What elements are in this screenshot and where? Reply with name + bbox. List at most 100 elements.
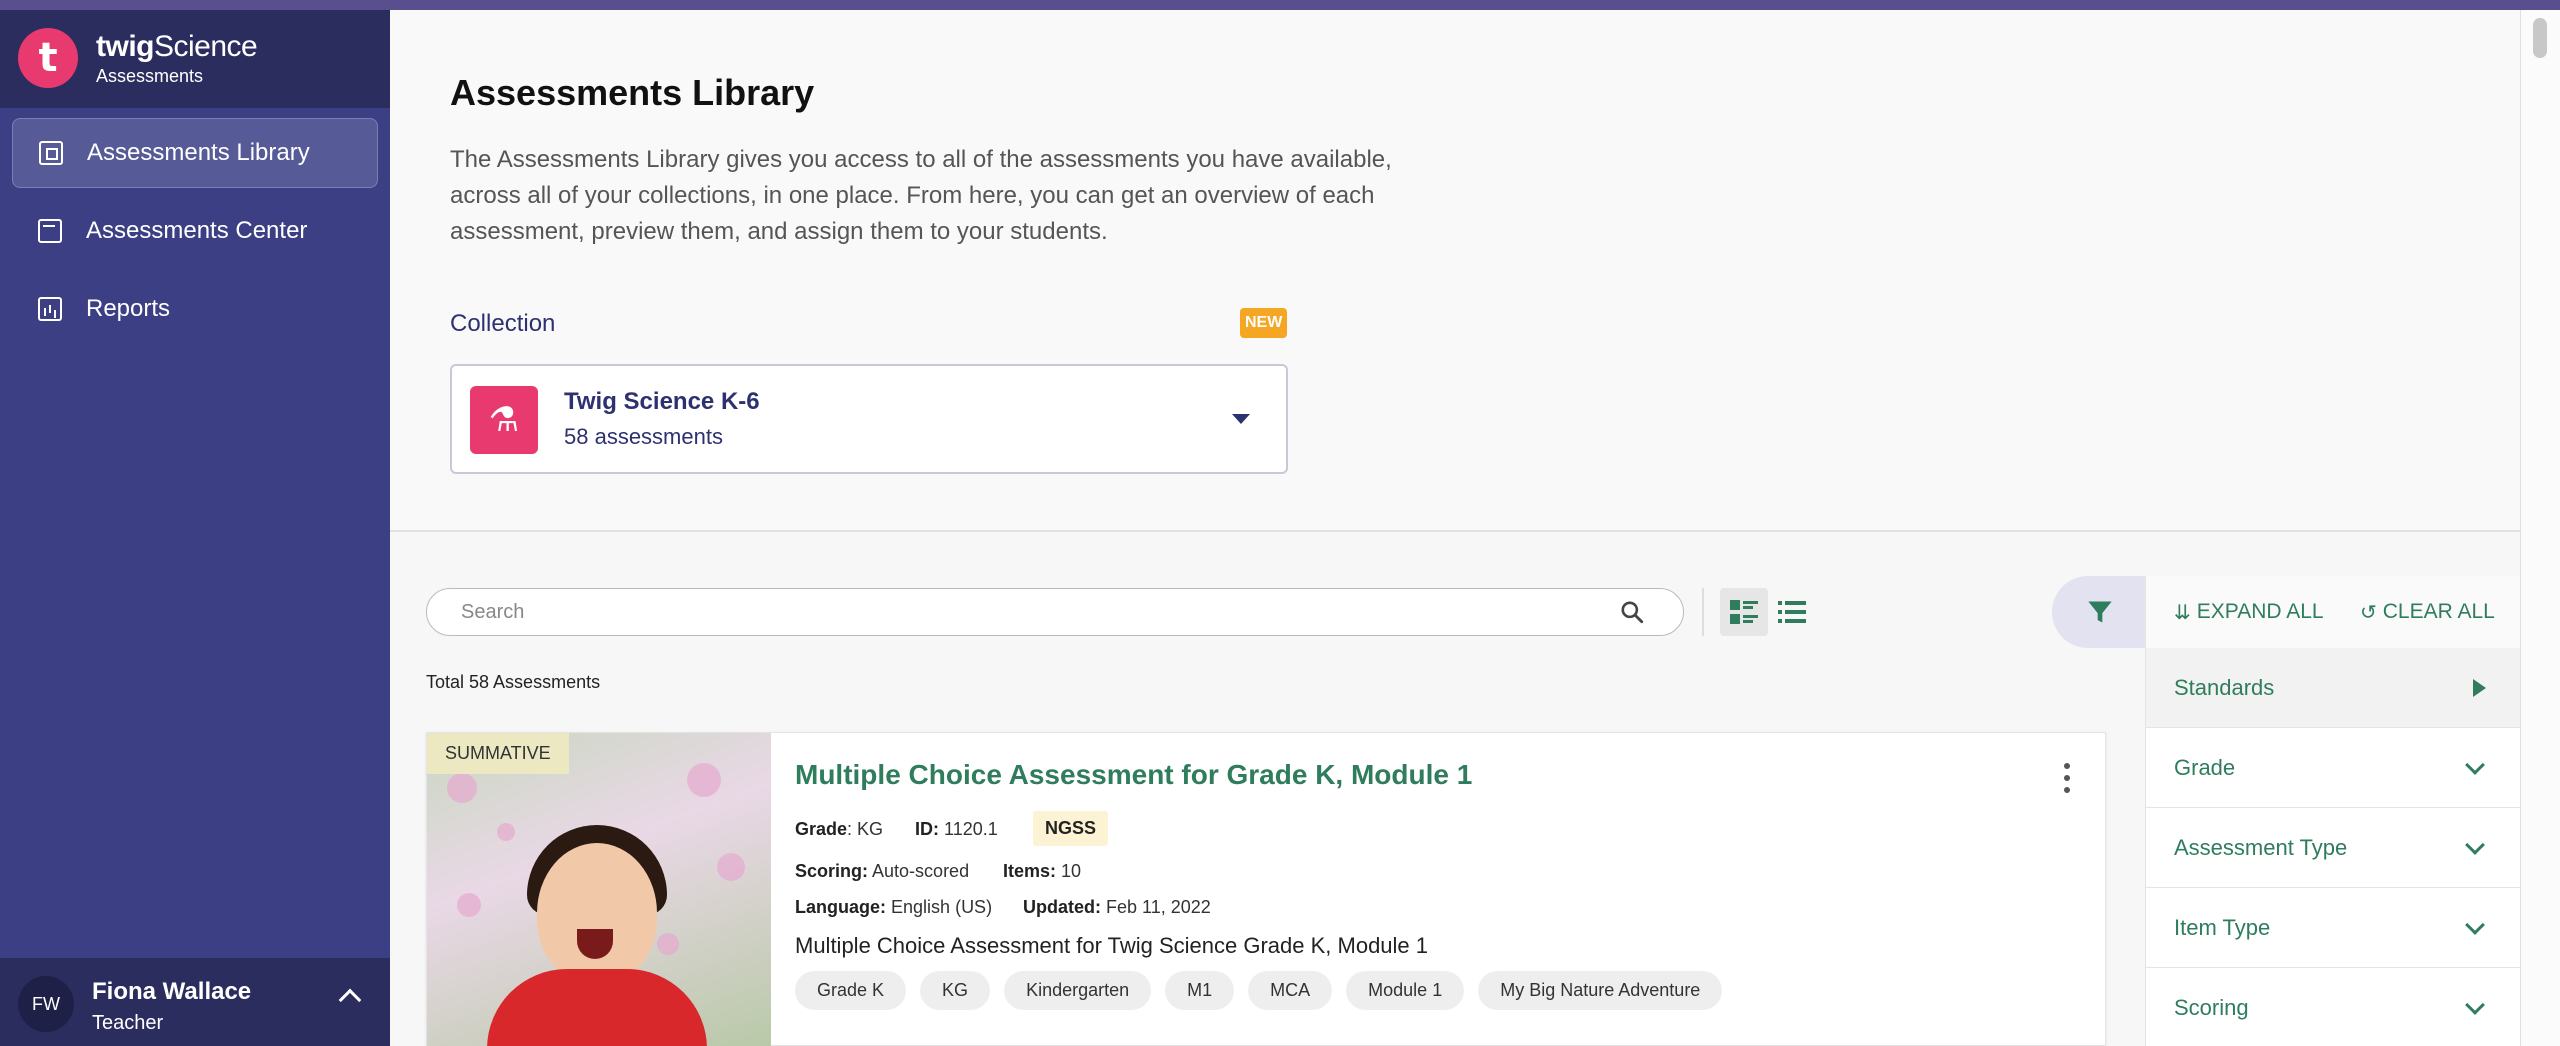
language-label: Language: xyxy=(795,897,887,917)
brand-subtitle: Assessments xyxy=(96,66,204,86)
filter-label: Standards xyxy=(2174,674,2275,700)
sidebar-item-label: Assessments Library xyxy=(87,139,310,166)
items-label: Items: xyxy=(1003,861,1057,881)
avatar: FW xyxy=(18,976,74,1032)
sidebar: t twigScience Assessments Assessments Li… xyxy=(0,10,390,1046)
tag[interactable]: M1 xyxy=(1165,971,1235,1010)
sidebar-item-assessments-library[interactable]: Assessments Library xyxy=(12,118,378,188)
play-arrow-icon xyxy=(2473,678,2486,697)
id-label: ID: xyxy=(915,819,939,839)
assessment-thumbnail: SUMMATIVE xyxy=(427,733,771,1046)
collection-count: 58 assessments xyxy=(564,424,723,449)
clear-all-label: CLEAR ALL xyxy=(2382,600,2495,623)
filter-label: Assessment Type xyxy=(2174,834,2348,860)
filter-actions: ⇊ EXPAND ALL ↺ CLEAR ALL xyxy=(2146,576,2522,648)
language-value: English (US) xyxy=(891,897,993,917)
page-title: Assessments Library xyxy=(450,72,815,113)
toolbar-divider xyxy=(1702,588,1704,636)
list-view-button[interactable] xyxy=(1768,588,1816,636)
filter-label: Grade xyxy=(2174,754,2236,780)
search-input[interactable] xyxy=(461,597,1601,627)
card-view-icon xyxy=(1730,600,1758,624)
library-header: Assessments Library The Assessments Libr… xyxy=(390,10,2520,532)
collection-dropdown[interactable]: ⚗ Twig Science K-6 58 assessments xyxy=(450,364,1288,474)
language-meta: Language: English (US) xyxy=(795,897,992,918)
updated-label: Updated: xyxy=(1023,897,1101,917)
grade-meta: Grade: KG xyxy=(795,819,884,839)
chevron-up-icon[interactable] xyxy=(338,988,362,1012)
assessment-description: Multiple Choice Assessment for Twig Scie… xyxy=(795,933,1429,958)
collection-name: Twig Science K-6 xyxy=(564,388,760,415)
calendar-icon xyxy=(38,219,62,243)
sidebar-item-reports[interactable]: Reports xyxy=(12,274,378,344)
bar-chart-icon xyxy=(38,297,62,321)
sidebar-item-assessments-center[interactable]: Assessments Center xyxy=(12,196,378,266)
chevron-down-icon xyxy=(2465,834,2485,855)
filter-label: Item Type xyxy=(2174,914,2271,940)
scoring-meta: Scoring: Auto-scored xyxy=(795,861,969,882)
id-value: 1120.1 xyxy=(944,819,998,839)
chevron-down-icon xyxy=(2465,994,2485,1015)
list-view-icon xyxy=(1778,601,1806,623)
sidebar-item-label: Assessments Center xyxy=(86,217,308,244)
user-panel[interactable]: FW Fiona Wallace Teacher xyxy=(0,958,390,1046)
scoring-value: Auto-scored xyxy=(872,861,970,881)
filter-toggle-button[interactable] xyxy=(2052,576,2148,648)
filter-item-type[interactable]: Item Type xyxy=(2146,888,2522,968)
tag[interactable]: Grade K xyxy=(795,971,907,1010)
sidebar-item-label: Reports xyxy=(86,295,171,322)
logo-letter: t xyxy=(38,35,58,81)
tag[interactable]: KG xyxy=(920,971,991,1010)
user-role: Teacher xyxy=(92,1012,164,1034)
tag-list: Grade K KG Kindergarten M1 MCA Module 1 … xyxy=(795,971,1723,1010)
total-count: Total 58 Assessments xyxy=(426,672,601,692)
items-value: 10 xyxy=(1061,861,1082,881)
tag[interactable]: MCA xyxy=(1248,971,1333,1010)
updated-meta: Updated: Feb 11, 2022 xyxy=(1023,897,1211,918)
filters-panel: ⇊ EXPAND ALL ↺ CLEAR ALL Standards Grade… xyxy=(2145,576,2522,1046)
flask-icon: ⚗ xyxy=(470,386,538,454)
filter-scoring[interactable]: Scoring xyxy=(2146,968,2522,1046)
collection-label: Collection xyxy=(450,310,556,337)
filter-standards[interactable]: Standards xyxy=(2146,648,2522,728)
library-icon xyxy=(39,141,63,165)
brand-header: t twigScience Assessments xyxy=(0,10,390,108)
assessment-type-badge: SUMMATIVE xyxy=(427,733,569,774)
scoring-label: Scoring: xyxy=(795,861,869,881)
filter-grade[interactable]: Grade xyxy=(2146,728,2522,808)
filter-icon xyxy=(2088,601,2112,623)
brand-name: twigScience xyxy=(96,30,258,64)
updated-value: Feb 11, 2022 xyxy=(1106,897,1211,917)
scrollbar-thumb[interactable] xyxy=(2533,18,2547,58)
more-options-icon[interactable] xyxy=(2055,763,2079,793)
user-name: Fiona Wallace xyxy=(92,978,252,1005)
tag[interactable]: Kindergarten xyxy=(1004,971,1152,1010)
twig-logo-icon[interactable]: t xyxy=(18,28,78,88)
expand-all-button[interactable]: ⇊ EXPAND ALL xyxy=(2174,600,2324,624)
card-view-button[interactable] xyxy=(1720,588,1768,636)
chevron-down-icon xyxy=(2465,914,2485,935)
assessment-title[interactable]: Multiple Choice Assessment for Grade K, … xyxy=(795,759,1472,791)
double-chevron-down-icon: ⇊ xyxy=(2174,600,2191,624)
tag[interactable]: My Big Nature Adventure xyxy=(1478,971,1723,1010)
top-accent-bar xyxy=(0,0,2560,10)
brand-name-bold: twig xyxy=(96,30,155,63)
chevron-down-icon xyxy=(2465,754,2485,775)
assessment-card[interactable]: SUMMATIVE Multiple Choice Assessment for… xyxy=(426,732,2106,1046)
standard-badge: NGSS xyxy=(1033,811,1109,846)
clear-all-button[interactable]: ↺ CLEAR ALL xyxy=(2360,600,2495,624)
items-meta: Items: 10 xyxy=(1003,861,1081,882)
search-icon[interactable] xyxy=(1619,599,1645,625)
page-description: The Assessments Library gives you access… xyxy=(450,146,1392,245)
id-meta: ID: 1120.1 xyxy=(915,819,998,840)
tag[interactable]: Module 1 xyxy=(1346,971,1465,1010)
reset-icon: ↺ xyxy=(2360,600,2377,624)
grade-label: Grade xyxy=(795,819,848,839)
brand-name-regular: Science xyxy=(154,30,258,63)
search-bar xyxy=(426,588,1684,636)
page-scrollbar[interactable] xyxy=(2520,10,2560,1046)
filter-label: Scoring xyxy=(2174,994,2249,1020)
expand-all-label: EXPAND ALL xyxy=(2196,600,2324,623)
filter-assessment-type[interactable]: Assessment Type xyxy=(2146,808,2522,888)
grade-value: KG xyxy=(857,819,884,839)
